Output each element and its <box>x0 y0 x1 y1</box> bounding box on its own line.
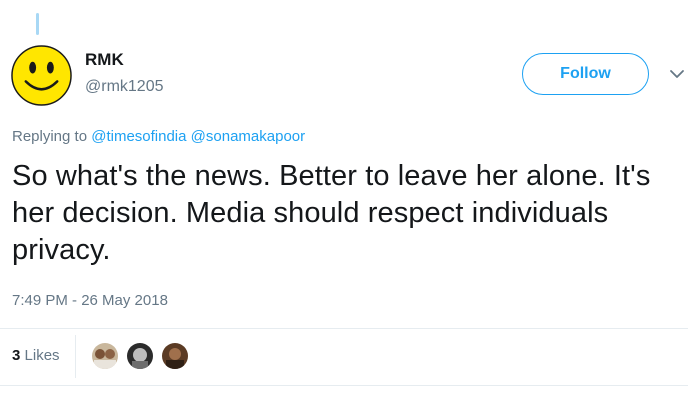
likes-stat[interactable]: 3 Likes <box>12 347 60 364</box>
follow-button[interactable]: Follow <box>522 53 649 95</box>
replying-to-line: Replying to @timesofindia @sonamakapoor <box>12 128 305 145</box>
liker-avatar[interactable] <box>125 341 155 371</box>
smiley-face-icon <box>11 45 72 106</box>
likes-label: Likes <box>24 347 60 364</box>
avatar[interactable] <box>10 44 73 107</box>
liker-avatar[interactable] <box>90 341 120 371</box>
divider <box>0 328 688 329</box>
user-display-name[interactable]: RMK <box>85 50 124 70</box>
tweet-card: RMK @rmk1205 Follow Replying to @timesof… <box>0 0 700 400</box>
tweet-text: So what's the news. Better to leave her … <box>12 160 651 266</box>
liker-avatar[interactable] <box>160 341 190 371</box>
mention-link[interactable]: @sonamakapoor <box>191 128 305 145</box>
likes-count: 3 <box>12 347 21 364</box>
stats-separator <box>75 335 76 378</box>
mention-link[interactable]: @timesofindia <box>91 128 186 145</box>
thread-connector-line <box>36 13 39 35</box>
user-handle[interactable]: @rmk1205 <box>85 78 164 96</box>
replying-to-label: Replying to <box>12 128 88 145</box>
chevron-down-icon[interactable] <box>668 65 686 83</box>
tweet-timestamp[interactable]: 7:49 PM - 26 May 2018 <box>12 292 168 309</box>
liker-avatars <box>90 341 195 371</box>
divider <box>0 385 688 386</box>
